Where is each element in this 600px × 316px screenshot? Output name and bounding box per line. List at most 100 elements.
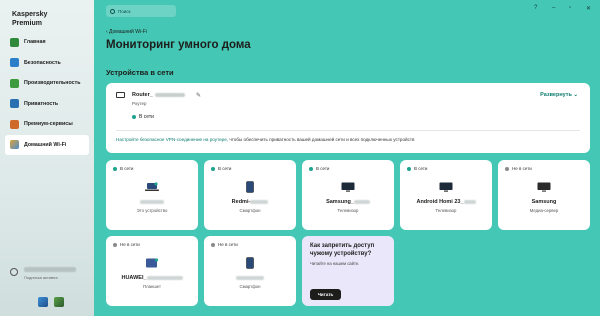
account-subtitle: Подписка активна	[24, 275, 58, 280]
router-card: Router_ ✎ Роутер В сети Развернуть ⌄ Нас…	[106, 83, 590, 153]
page-title: Мониторинг умного дома	[106, 39, 251, 51]
shield-icon	[10, 58, 19, 67]
search-icon	[110, 8, 115, 14]
online-dot-icon	[309, 166, 313, 171]
device-name-redacted	[146, 275, 183, 280]
device-status: Не в сети	[113, 242, 140, 247]
router-name-label: Router_	[132, 92, 153, 98]
laptop-icon	[145, 182, 159, 192]
router-type: Роутер	[132, 101, 147, 106]
profile-app-icon[interactable]	[54, 297, 64, 307]
device-name	[106, 199, 198, 205]
breadcrumb[interactable]: ‹ Домашний Wi-Fi	[106, 29, 147, 35]
device-name-label: Redmi-	[231, 199, 251, 205]
router-vpn-hint: Настройте безопасное VPN-соединение на р…	[116, 137, 414, 142]
device-type: Планшет	[142, 284, 162, 289]
tablet-icon	[145, 257, 159, 268]
device-status-label: В сети	[120, 166, 134, 171]
device-status-label: Не в сети	[218, 242, 238, 247]
device-name: Samsung	[531, 199, 557, 205]
device-type: Телевизор	[337, 208, 359, 213]
device-card[interactable]: Не в сети HUAWEI_ Планшет	[106, 236, 198, 306]
home-icon	[10, 37, 19, 47]
sidebar: Kaspersky Premium Главная Безопасность П…	[0, 0, 94, 316]
account-icon	[10, 268, 18, 276]
device-card[interactable]: В сети Redmi- Смартфон	[204, 160, 296, 230]
edit-icon[interactable]: ✎	[196, 92, 201, 99]
help-button[interactable]: ?	[534, 5, 537, 11]
device-name: HUAWEI_	[106, 275, 198, 281]
sidebar-item-home[interactable]: Главная	[5, 32, 89, 52]
brand-line-2: Premium	[12, 20, 42, 27]
device-name-label: HUAWEI_	[121, 275, 147, 281]
online-dot-icon	[407, 166, 411, 171]
device-type: Телевизор	[435, 208, 457, 213]
device-type: Это устройство	[136, 208, 168, 213]
router-status-label: В сети	[139, 114, 154, 120]
device-status: Не в сети	[211, 242, 238, 247]
device-status-label: В сети	[414, 166, 428, 171]
sidebar-nav: Главная Безопасность Производительность …	[5, 32, 89, 155]
wifi-home-icon	[10, 140, 19, 149]
router-status: В сети	[132, 114, 154, 120]
router-hint-text: чтобы обеспечить приватность вашей домаш…	[228, 137, 415, 142]
device-type: Смартфон	[239, 284, 261, 289]
account-name-redacted	[24, 267, 76, 272]
offline-dot-icon	[113, 242, 117, 247]
sidebar-item-home-wifi[interactable]: Домашний Wi-Fi	[5, 134, 89, 155]
device-name: Redmi-	[204, 199, 296, 205]
bottom-icons	[38, 297, 64, 307]
device-status: В сети	[407, 166, 427, 171]
tv-icon	[341, 182, 355, 192]
close-button[interactable]: ✕	[586, 5, 591, 12]
device-card[interactable]: Не в сети Samsung Медиа-сервер	[498, 160, 590, 230]
device-type: Медиа-сервер	[529, 208, 559, 213]
router-name-redacted	[154, 92, 185, 97]
device-card[interactable]: Не в сети Смартфон	[204, 236, 296, 306]
sidebar-item-security[interactable]: Безопасность	[5, 53, 89, 73]
search-placeholder: Поиск	[118, 8, 131, 14]
device-status: Не в сети	[505, 166, 532, 171]
sidebar-item-label: Главная	[24, 39, 46, 45]
tv-icon	[439, 182, 453, 192]
speedometer-icon	[10, 78, 19, 88]
online-dot-icon	[113, 166, 117, 171]
device-name-redacted	[353, 199, 370, 204]
sidebar-item-label: Премиум-сервисы	[24, 121, 73, 127]
device-type: Смартфон	[239, 208, 261, 213]
section-title: Устройства в сети	[106, 68, 174, 77]
device-card[interactable]: В сети Samsung_ Телевизор	[302, 160, 394, 230]
device-name-redacted	[463, 199, 476, 204]
device-name	[204, 275, 296, 281]
privacy-icon	[10, 99, 19, 108]
device-card[interactable]: В сети Android Homi 23_ Телевизор	[400, 160, 492, 230]
promo-card: Как запретить доступ чужому устройству? …	[302, 236, 394, 306]
search-input[interactable]: Поиск	[106, 5, 176, 17]
smartphone-icon	[243, 181, 257, 193]
device-name-redacted	[250, 199, 269, 204]
divider	[116, 130, 580, 131]
online-dot-icon	[132, 115, 136, 119]
sidebar-item-privacy[interactable]: Приватность	[5, 94, 89, 114]
sidebar-item-premium[interactable]: Премиум-сервисы	[5, 114, 89, 134]
online-dot-icon	[211, 166, 215, 171]
device-name: Samsung_	[302, 199, 394, 205]
sidebar-item-label: Приватность	[24, 100, 59, 107]
sidebar-item-label: Безопасность	[24, 59, 61, 66]
offline-dot-icon	[505, 166, 509, 171]
vpn-setup-link[interactable]: Настройте безопасное VPN-соединение на р…	[116, 137, 228, 142]
account-info[interactable]: Подписка активна	[10, 267, 76, 280]
sidebar-item-performance[interactable]: Производительность	[5, 73, 89, 93]
minimize-button[interactable]: –	[552, 5, 555, 11]
router-name: Router_	[132, 92, 185, 98]
device-card[interactable]: В сети Это устройство	[106, 160, 198, 230]
read-button[interactable]: Читать	[310, 289, 341, 300]
expand-button[interactable]: Развернуть ⌄	[540, 92, 578, 98]
promo-title: Как запретить доступ чужому устройству?	[310, 243, 375, 257]
sidebar-item-label: Производительность	[24, 80, 81, 86]
notification-app-icon[interactable]	[38, 297, 48, 307]
maximize-button[interactable]: ▫	[569, 5, 571, 11]
smartphone-icon	[243, 257, 257, 269]
device-status: В сети	[211, 166, 231, 171]
sidebar-item-label: Домашний Wi-Fi	[24, 141, 67, 148]
